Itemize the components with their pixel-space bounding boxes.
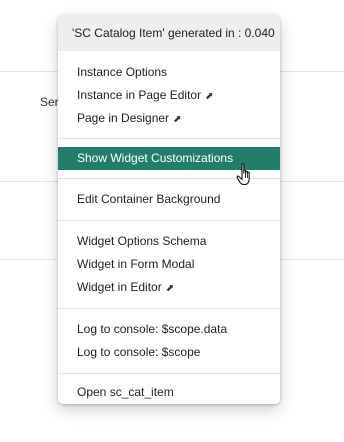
menu-item-label: Log to console: $scope [77, 345, 201, 359]
menu-item-label: Instance Options [77, 65, 168, 79]
background-partial-label: Ser [40, 95, 59, 109]
menu-item-label: Edit Container Background [77, 192, 221, 206]
menu-item-log-scope[interactable]: Log to console: $scope [58, 341, 280, 364]
menu-item-edit-container-background[interactable]: Edit Container Background [58, 188, 280, 211]
menu-item-widget-options-schema[interactable]: Widget Options Schema [58, 230, 280, 253]
hand-pointer-icon [236, 163, 250, 186]
external-link-icon: ⬈ [173, 114, 182, 125]
menu-item-log-scope-data[interactable]: Log to console: $scope.data [58, 318, 280, 341]
widget-context-menu: 'SC Catalog Item' generated in : 0.040 I… [58, 15, 280, 404]
menu-item-widget-in-editor[interactable]: Widget in Editor ⬈ [58, 276, 280, 299]
menu-item-widget-in-form-modal[interactable]: Widget in Form Modal [58, 253, 280, 276]
menu-section-widget: Widget Options Schema Widget in Form Mod… [58, 221, 280, 309]
menu-item-label: Log to console: $scope.data [77, 322, 228, 336]
menu-item-page-in-designer[interactable]: Page in Designer ⬈ [58, 107, 280, 130]
menu-item-open-sc-cat-item[interactable]: Open sc_cat_item [58, 381, 280, 404]
menu-item-label: Page in Designer [77, 111, 170, 125]
menu-item-label: Widget in Editor [77, 280, 162, 294]
menu-item-instance-options[interactable]: Instance Options [58, 61, 280, 84]
menu-item-label: Show Widget Customizations [77, 151, 234, 165]
menu-item-label: Open sc_cat_item [77, 385, 174, 399]
menu-item-label: Widget in Form Modal [77, 257, 195, 271]
menu-header: 'SC Catalog Item' generated in : 0.040 [58, 15, 280, 51]
menu-section-record: Open sc_cat_item [58, 374, 280, 404]
menu-section-console: Log to console: $scope.data Log to conso… [58, 309, 280, 374]
external-link-icon: ⬈ [205, 91, 214, 102]
external-link-icon: ⬈ [165, 283, 175, 294]
menu-section-instance: Instance Options Instance in Page Editor… [58, 51, 280, 139]
menu-item-label: Widget Options Schema [77, 234, 207, 248]
menu-item-label: Instance in Page Editor [77, 88, 202, 102]
menu-item-instance-in-page-editor[interactable]: Instance in Page Editor ⬈ [58, 84, 280, 107]
